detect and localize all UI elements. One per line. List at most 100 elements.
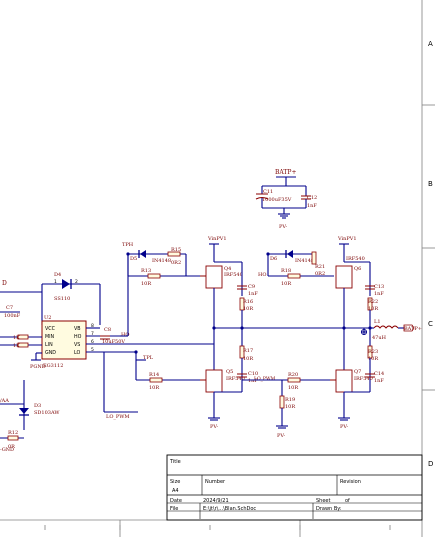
- net-pv-gnd-top: PV-: [279, 224, 288, 230]
- r19-ref: R19: [285, 397, 295, 403]
- r17-value: 10R: [243, 356, 253, 362]
- file-label: File: [170, 506, 178, 512]
- net-tpl: TPL: [143, 355, 154, 361]
- c7-ref: C7: [6, 305, 13, 311]
- d5-ref: D5: [130, 256, 137, 262]
- r16-ref: R16: [243, 299, 253, 305]
- c14-value: 1nF: [374, 378, 384, 384]
- r13-ref: R13: [141, 268, 151, 274]
- u2-part: EG3112: [43, 363, 63, 369]
- pin-vb: VB: [74, 326, 81, 332]
- pin-lo: LO: [74, 350, 81, 356]
- c8-ref: C8: [104, 327, 111, 333]
- r23-ref: R23: [368, 349, 378, 355]
- net-pv-gnd-q7: PV-: [340, 424, 349, 430]
- d6-ref: D6: [270, 256, 277, 262]
- net-vin-right: VinPV1: [337, 236, 357, 242]
- title-block: Title Size A4 Number Revision Date 2024/…: [166, 454, 423, 521]
- u2-pin6: 6: [91, 339, 94, 345]
- c14-ref: C14: [374, 371, 384, 377]
- d4-ref: D4: [54, 272, 61, 278]
- u2-pin5: 5: [91, 347, 94, 353]
- q6-ref: Q6: [354, 266, 361, 272]
- r13-value: 10R: [141, 281, 151, 287]
- d6-value: IN4148: [295, 258, 314, 264]
- c11-ref: C11: [263, 189, 273, 195]
- border-row-a: A: [428, 40, 433, 48]
- r19-value: 10R: [285, 404, 295, 410]
- pin-gnd: GND: [45, 350, 56, 356]
- d4-value: SS110: [54, 296, 70, 302]
- net-tph: TPH: [122, 242, 134, 248]
- c12-value: 1nF: [307, 203, 317, 209]
- r20-value: 10R: [288, 385, 298, 391]
- r14-ref: R14: [149, 372, 159, 378]
- d3-value: SD103AW: [34, 410, 60, 416]
- l1-ref: L1: [374, 319, 381, 325]
- net-vin-left: VinPV1: [207, 236, 227, 242]
- net-ho-right: HO: [258, 272, 266, 278]
- size-value: A4: [172, 488, 179, 494]
- c13-value: 1nF: [374, 291, 384, 297]
- net-pgnd: PGND: [30, 364, 46, 370]
- size-label: Size: [170, 479, 180, 485]
- r17-ref: R17: [243, 348, 253, 354]
- r18-value: 10R: [281, 281, 291, 287]
- q5-ref: Q5: [226, 369, 233, 375]
- driver-section: D D4 SS110 1 2 C7 100nF U2 EG3112 VCC MI…: [0, 254, 214, 453]
- net-lo-pwm: LO_PWM: [106, 414, 130, 420]
- u2-ref: U2: [44, 315, 51, 321]
- number-label: Number: [205, 479, 226, 485]
- u2-pin8: 8: [91, 323, 94, 329]
- net-aa: /AA: [0, 398, 9, 404]
- revision-label: Revision: [340, 479, 361, 485]
- r15-ref: R15: [171, 247, 181, 253]
- r21-ref: R21: [315, 264, 325, 270]
- of-label: of: [345, 498, 350, 504]
- pin-vs: VS: [74, 342, 80, 348]
- r18-ref: R18: [281, 268, 291, 274]
- net-pv-gnd-r19: PV-: [277, 433, 286, 439]
- border-row-d: D: [428, 460, 433, 468]
- r16-value: 10R: [243, 306, 253, 312]
- label-d-left: D: [2, 280, 7, 287]
- d4-pin1: 1: [54, 279, 57, 285]
- c9-value: 1nF: [248, 291, 258, 297]
- c12-ref: C12: [307, 195, 317, 201]
- net-batp: BATP+: [275, 169, 296, 176]
- net-batp-out: BATP+: [404, 326, 422, 332]
- r15-value: 0R2: [171, 260, 181, 266]
- bulk-cap-group: BATP+ C11 1000uF35V C12 1nF PV-: [255, 169, 317, 230]
- pin-vcc: VCC: [45, 326, 56, 332]
- low-side-drive: R17 10R R14 10R Q5 IRF540 C10 1nF PV- LO…: [136, 328, 384, 439]
- file-value: E:\jt\r\...\Blan.SchDoc: [203, 506, 256, 512]
- sheet-label: Sheet: [316, 498, 330, 504]
- date-value: 2024/9/21: [203, 498, 229, 504]
- d5-value: IN4148: [152, 258, 171, 264]
- drawn-by-label: Drawn By:: [316, 506, 342, 512]
- q4-value: IRF540: [224, 272, 243, 278]
- high-side-drive-right: HO D6 IN4148 R21 0R2 R18 10R VinPV1 IRF5…: [258, 236, 384, 328]
- c11-value: 1000uF35V: [262, 197, 292, 203]
- pin-lin: LIN: [45, 342, 53, 348]
- u2-pin7: 7: [91, 331, 94, 337]
- pin-min: MIN: [45, 334, 55, 340]
- q7-ref: Q7: [354, 369, 361, 375]
- q6-value: IRF540: [346, 256, 365, 262]
- r22-ref: R22: [368, 299, 378, 305]
- border-row-b: B: [428, 180, 433, 188]
- date-label: Date: [170, 498, 182, 504]
- c7-value: 100nF: [4, 313, 21, 319]
- res-1k-a: 1K: [13, 335, 20, 341]
- net-lo-pwm-mid: LO_PWM: [254, 376, 276, 382]
- d4-pin2: 2: [75, 279, 78, 285]
- r21-value: 0R2: [315, 271, 325, 277]
- switch-node: L1 47uH BATP+: [212, 319, 422, 341]
- l1-value: 47uH: [372, 335, 387, 341]
- r12-ref: R12: [8, 430, 18, 436]
- pin-ho: HO: [74, 334, 82, 340]
- c9-ref: C9: [248, 284, 255, 290]
- schematic-sheet: A B C D Title Size A4 Number Revision Da…: [0, 0, 435, 537]
- title-label: Title: [169, 459, 181, 465]
- r20-ref: R20: [288, 372, 298, 378]
